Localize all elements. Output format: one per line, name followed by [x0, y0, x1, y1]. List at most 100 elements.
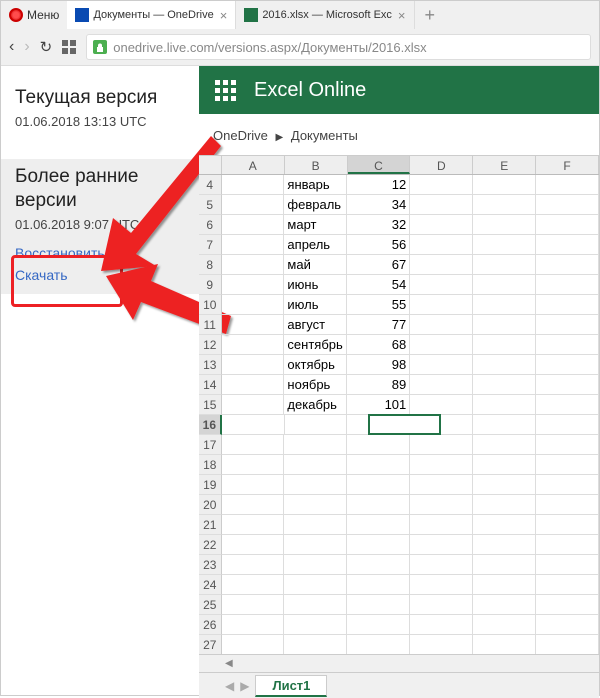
- forward-button[interactable]: ›: [24, 38, 29, 56]
- cell[interactable]: [473, 575, 536, 595]
- cell[interactable]: [347, 555, 410, 575]
- back-button[interactable]: ‹: [9, 38, 14, 56]
- cell[interactable]: [222, 215, 285, 235]
- cell[interactable]: [347, 615, 410, 635]
- cell[interactable]: [222, 235, 285, 255]
- cell[interactable]: сентябрь: [284, 335, 347, 355]
- cell[interactable]: [536, 395, 599, 415]
- col-header-A[interactable]: A: [222, 156, 285, 174]
- cell[interactable]: ноябрь: [284, 375, 347, 395]
- col-header-B[interactable]: B: [285, 156, 348, 174]
- cell[interactable]: [222, 635, 285, 654]
- cell[interactable]: [473, 255, 536, 275]
- breadcrumb-folder[interactable]: Документы: [291, 128, 358, 143]
- cell[interactable]: [222, 535, 285, 555]
- cell[interactable]: [473, 335, 536, 355]
- cell[interactable]: [284, 455, 347, 475]
- row-header[interactable]: 17: [199, 435, 222, 455]
- cell[interactable]: [222, 515, 285, 535]
- cell[interactable]: 34: [347, 195, 410, 215]
- row-header[interactable]: 27: [199, 635, 222, 654]
- cell[interactable]: [473, 195, 536, 215]
- cell[interactable]: [222, 275, 285, 295]
- cell[interactable]: [473, 355, 536, 375]
- cell[interactable]: [284, 635, 347, 654]
- cell[interactable]: май: [284, 255, 347, 275]
- cell[interactable]: 55: [347, 295, 410, 315]
- cell[interactable]: [536, 355, 599, 375]
- cell[interactable]: [410, 415, 473, 435]
- cell[interactable]: [410, 575, 473, 595]
- col-header-E[interactable]: E: [473, 156, 536, 174]
- cell[interactable]: [222, 455, 285, 475]
- cell[interactable]: [536, 435, 599, 455]
- row-header[interactable]: 19: [199, 475, 222, 495]
- cell[interactable]: [410, 215, 473, 235]
- cell[interactable]: [536, 175, 599, 195]
- row-header[interactable]: 22: [199, 535, 222, 555]
- cell[interactable]: [473, 315, 536, 335]
- restore-link[interactable]: Восстановить: [15, 242, 199, 264]
- row-header[interactable]: 13: [199, 355, 222, 375]
- cell[interactable]: [222, 595, 285, 615]
- row-header[interactable]: 9: [199, 275, 222, 295]
- row-header[interactable]: 15: [199, 395, 222, 415]
- row-header[interactable]: 7: [199, 235, 222, 255]
- cell[interactable]: [536, 615, 599, 635]
- col-header-D[interactable]: D: [410, 156, 473, 174]
- cell[interactable]: [222, 395, 285, 415]
- tab-onedrive[interactable]: Документы — OneDrive ×: [67, 1, 236, 29]
- cell[interactable]: [473, 535, 536, 555]
- cell[interactable]: [536, 455, 599, 475]
- reload-button[interactable]: ↻: [40, 38, 53, 56]
- cell[interactable]: [222, 415, 285, 435]
- cell[interactable]: [536, 255, 599, 275]
- cell[interactable]: [347, 535, 410, 555]
- row-header[interactable]: 21: [199, 515, 222, 535]
- cell[interactable]: [285, 415, 348, 435]
- close-icon[interactable]: ×: [220, 8, 228, 23]
- cell[interactable]: [410, 335, 473, 355]
- cell[interactable]: [284, 575, 347, 595]
- cell[interactable]: [473, 395, 536, 415]
- cell[interactable]: [222, 615, 285, 635]
- cell[interactable]: [473, 215, 536, 235]
- sheet-tab[interactable]: Лист1: [255, 675, 327, 697]
- cell[interactable]: [284, 435, 347, 455]
- cell[interactable]: [536, 335, 599, 355]
- app-launcher-icon[interactable]: [215, 80, 236, 101]
- cell[interactable]: 67: [347, 255, 410, 275]
- cell[interactable]: декабрь: [284, 395, 347, 415]
- cell[interactable]: [536, 195, 599, 215]
- cell[interactable]: [536, 375, 599, 395]
- cell[interactable]: [410, 635, 473, 654]
- cell[interactable]: [347, 475, 410, 495]
- row-header[interactable]: 4: [199, 175, 222, 195]
- col-header-C[interactable]: C: [348, 156, 411, 174]
- cell[interactable]: июль: [284, 295, 347, 315]
- cell[interactable]: [222, 335, 285, 355]
- row-header[interactable]: 26: [199, 615, 222, 635]
- cell[interactable]: [410, 435, 473, 455]
- cell[interactable]: [410, 615, 473, 635]
- cell[interactable]: [473, 455, 536, 475]
- cell[interactable]: [347, 515, 410, 535]
- cell[interactable]: [222, 255, 285, 275]
- cell[interactable]: 77: [347, 315, 410, 335]
- cell[interactable]: [410, 495, 473, 515]
- cell[interactable]: [347, 455, 410, 475]
- cell[interactable]: [347, 595, 410, 615]
- tab-excel[interactable]: 2016.xlsx — Microsoft Exc ×: [236, 1, 414, 29]
- cell[interactable]: [222, 475, 285, 495]
- prev-sheet-icon[interactable]: ◀: [225, 679, 234, 693]
- breadcrumb-root[interactable]: OneDrive: [213, 128, 268, 143]
- cell[interactable]: [222, 435, 285, 455]
- cell[interactable]: [536, 275, 599, 295]
- cell[interactable]: 12: [347, 175, 410, 195]
- cell[interactable]: [222, 555, 285, 575]
- cell[interactable]: [536, 215, 599, 235]
- spreadsheet-grid[interactable]: ABCDEF 4 январь 12 5 февраль 34 6 март 3…: [199, 155, 599, 654]
- cell[interactable]: [284, 535, 347, 555]
- cell[interactable]: [473, 515, 536, 535]
- cell[interactable]: [284, 555, 347, 575]
